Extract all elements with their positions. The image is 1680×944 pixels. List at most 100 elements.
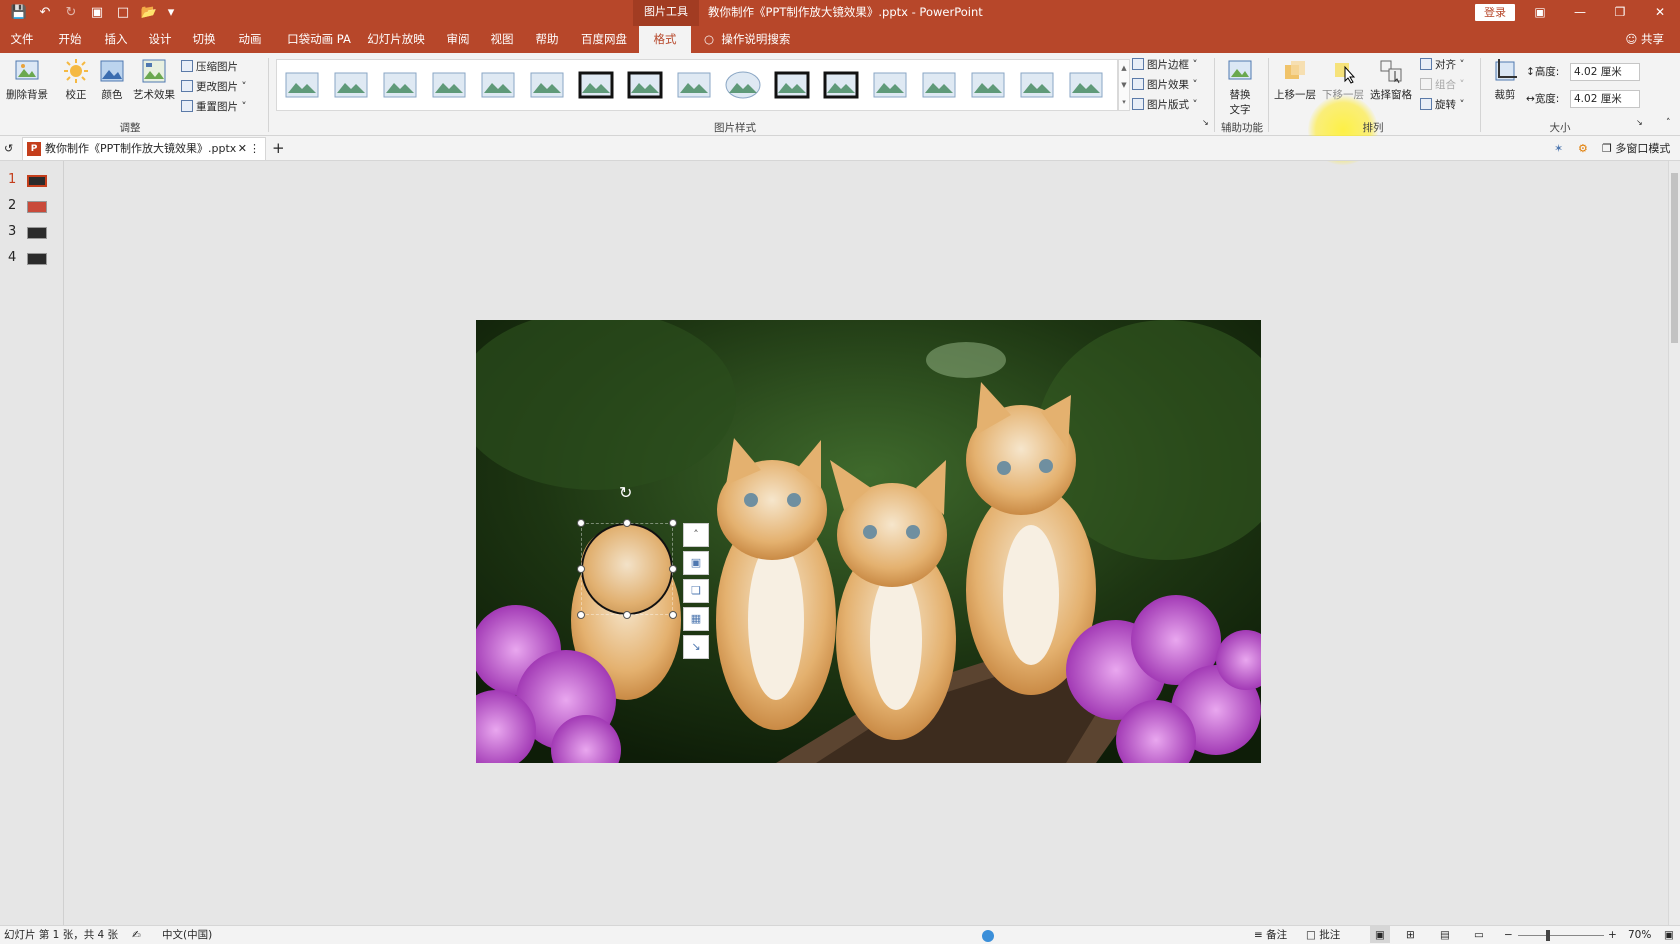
close-tab-icon[interactable]: ✕ bbox=[238, 138, 247, 160]
picture-style-option[interactable] bbox=[479, 67, 517, 103]
width-input[interactable]: 4.02 厘米 bbox=[1570, 90, 1640, 108]
close-icon[interactable]: ✕ bbox=[1640, 0, 1680, 26]
style-icon[interactable]: ❏ bbox=[683, 579, 709, 603]
resize-handle[interactable] bbox=[669, 565, 677, 573]
picture-style-option[interactable] bbox=[332, 67, 370, 103]
login-button[interactable]: 登录 bbox=[1475, 4, 1515, 21]
redo-icon[interactable]: ↻ bbox=[60, 3, 82, 23]
tab-file[interactable]: 文件 bbox=[4, 26, 40, 53]
zoom-slider-thumb[interactable] bbox=[1546, 930, 1550, 941]
ribbon-display-options-icon[interactable]: ▣ bbox=[1520, 0, 1560, 26]
picture-style-option[interactable] bbox=[381, 67, 419, 103]
tab-design[interactable]: 设计 bbox=[142, 26, 178, 53]
reading-view-icon[interactable]: ▤ bbox=[1440, 926, 1450, 944]
picture-border-button[interactable]: 图片边框 ˅ bbox=[1132, 56, 1198, 74]
styles-dialog-launcher-icon[interactable]: ↘ bbox=[1202, 114, 1209, 132]
group-objects-button[interactable]: 组合 ˅ bbox=[1420, 76, 1465, 94]
tab-nav-icon[interactable]: ↺ bbox=[4, 136, 13, 161]
reset-picture-button[interactable]: 重置图片 ˅ bbox=[181, 98, 247, 116]
zoom-slider[interactable] bbox=[1518, 935, 1604, 936]
notes-button[interactable]: ≡ 备注 bbox=[1254, 926, 1287, 944]
scroll-thumb[interactable] bbox=[1671, 173, 1678, 343]
align-button[interactable]: 对齐 ˅ bbox=[1420, 56, 1465, 74]
layout-options-icon[interactable]: ▣ bbox=[683, 551, 709, 575]
tab-transitions[interactable]: 切换 bbox=[186, 26, 222, 53]
restore-icon[interactable]: ❐ bbox=[1600, 0, 1640, 26]
fit-to-window-icon[interactable]: ▣ bbox=[1664, 926, 1674, 944]
customize-qat-icon[interactable]: ▾ bbox=[164, 3, 178, 23]
picture-style-option[interactable] bbox=[822, 67, 860, 103]
minimize-icon[interactable]: — bbox=[1560, 0, 1600, 26]
tab-review[interactable]: 审阅 bbox=[440, 26, 476, 53]
picture-style-option[interactable] bbox=[969, 67, 1007, 103]
thumbnail-item[interactable]: 3 bbox=[0, 222, 64, 244]
artistic-effects-button[interactable]: 艺术效果 bbox=[132, 57, 176, 102]
normal-view-icon[interactable]: ▣ bbox=[1370, 926, 1390, 943]
picture-style-option[interactable] bbox=[283, 67, 321, 103]
settings-gear-icon[interactable]: ⚙ bbox=[1578, 136, 1588, 161]
picture-style-option[interactable] bbox=[626, 67, 664, 103]
thumbnail-item[interactable]: 2 bbox=[0, 196, 64, 218]
tab-insert[interactable]: 插入 bbox=[98, 26, 134, 53]
format-shape-icon[interactable]: ↘ bbox=[683, 635, 709, 659]
color-button[interactable]: 颜色 bbox=[98, 57, 126, 102]
alt-text-button[interactable]: 替换 文字 bbox=[1224, 57, 1256, 117]
selection-pane-button[interactable]: 选择窗格 bbox=[1368, 57, 1414, 102]
zoom-out-icon[interactable]: − bbox=[1504, 926, 1513, 944]
resize-handle[interactable] bbox=[669, 519, 677, 527]
resize-handle[interactable] bbox=[623, 611, 631, 619]
rotate-button[interactable]: 旋转 ˅ bbox=[1420, 96, 1465, 114]
multi-window-button[interactable]: ❐ 多窗口模式 bbox=[1602, 136, 1670, 161]
slideshow-view-icon[interactable]: ▭ bbox=[1474, 926, 1484, 944]
tab-baidu-netdisk[interactable]: 百度网盘 bbox=[577, 26, 631, 53]
tab-view[interactable]: 视图 bbox=[484, 26, 520, 53]
resize-handle[interactable] bbox=[577, 565, 585, 573]
slide-canvas[interactable]: ↻ ˄ ▣ ❏ ▦ ↘ bbox=[476, 320, 1261, 763]
change-picture-button[interactable]: 更改图片 ˅ bbox=[181, 78, 247, 96]
picture-style-option[interactable] bbox=[430, 67, 468, 103]
picture-style-option[interactable] bbox=[773, 67, 811, 103]
resize-handle[interactable] bbox=[623, 519, 631, 527]
new-tab-icon[interactable]: + bbox=[272, 136, 285, 161]
tab-pocket-animation[interactable]: 口袋动画 PA bbox=[284, 26, 354, 53]
tab-animations[interactable]: 动画 bbox=[232, 26, 268, 53]
slide-sorter-icon[interactable]: ⊞ bbox=[1406, 926, 1415, 944]
corrections-button[interactable]: 校正 bbox=[62, 57, 90, 102]
comments-button[interactable]: □ 批注 bbox=[1306, 926, 1340, 944]
collapse-ribbon-icon[interactable]: ˄ bbox=[1666, 114, 1671, 132]
rotate-handle-icon[interactable]: ↻ bbox=[619, 485, 635, 501]
tab-slideshow[interactable]: 幻灯片放映 bbox=[364, 26, 428, 53]
picture-style-option[interactable] bbox=[675, 67, 713, 103]
compress-pictures-button[interactable]: 压缩图片 bbox=[181, 58, 238, 76]
picture-style-option[interactable] bbox=[528, 67, 566, 103]
save-icon[interactable]: 💾 bbox=[8, 3, 30, 23]
picture-layout-button[interactable]: 图片版式 ˅ bbox=[1132, 96, 1198, 114]
crop-mini-icon[interactable]: ▦ bbox=[683, 607, 709, 631]
zoom-level[interactable]: 70% bbox=[1628, 926, 1651, 944]
picture-style-option[interactable] bbox=[577, 67, 615, 103]
crop-button[interactable]: 裁剪 bbox=[1488, 57, 1522, 102]
bring-forward-button[interactable]: 上移一层 bbox=[1272, 57, 1318, 102]
start-slideshow-icon[interactable]: ▣ bbox=[86, 3, 108, 23]
gallery-scroll[interactable]: ▲ ▼ ▾ bbox=[1118, 59, 1130, 111]
thumbnail-item[interactable]: 1 bbox=[0, 170, 64, 192]
spell-check-icon[interactable]: ✍ bbox=[132, 926, 141, 944]
height-input[interactable]: 4.02 厘米 bbox=[1570, 63, 1640, 81]
tab-help[interactable]: 帮助 bbox=[529, 26, 565, 53]
picture-style-option[interactable] bbox=[1067, 67, 1105, 103]
zoom-in-icon[interactable]: + bbox=[1608, 926, 1617, 944]
picture-effects-button[interactable]: 图片效果 ˅ bbox=[1132, 76, 1198, 94]
picture-style-option[interactable] bbox=[1018, 67, 1056, 103]
remove-background-button[interactable]: 删除背景 bbox=[4, 57, 50, 102]
undo-icon[interactable]: ↶ bbox=[34, 3, 56, 23]
resize-handle[interactable] bbox=[577, 611, 585, 619]
send-backward-button[interactable]: 下移一层 bbox=[1320, 57, 1366, 102]
document-tab[interactable]: P 教你制作《PPT制作放大镜效果》.pptx ✕ ⋮ bbox=[22, 137, 266, 160]
resize-handle[interactable] bbox=[669, 611, 677, 619]
picture-style-option[interactable] bbox=[724, 67, 762, 103]
share-button[interactable]: ☺ 共享 bbox=[1625, 26, 1664, 53]
picture-style-option[interactable] bbox=[920, 67, 958, 103]
tab-home[interactable]: 开始 bbox=[52, 26, 88, 53]
tell-me-search[interactable]: ○ 操作说明搜索 bbox=[704, 26, 790, 53]
vertical-scrollbar[interactable] bbox=[1668, 161, 1680, 925]
